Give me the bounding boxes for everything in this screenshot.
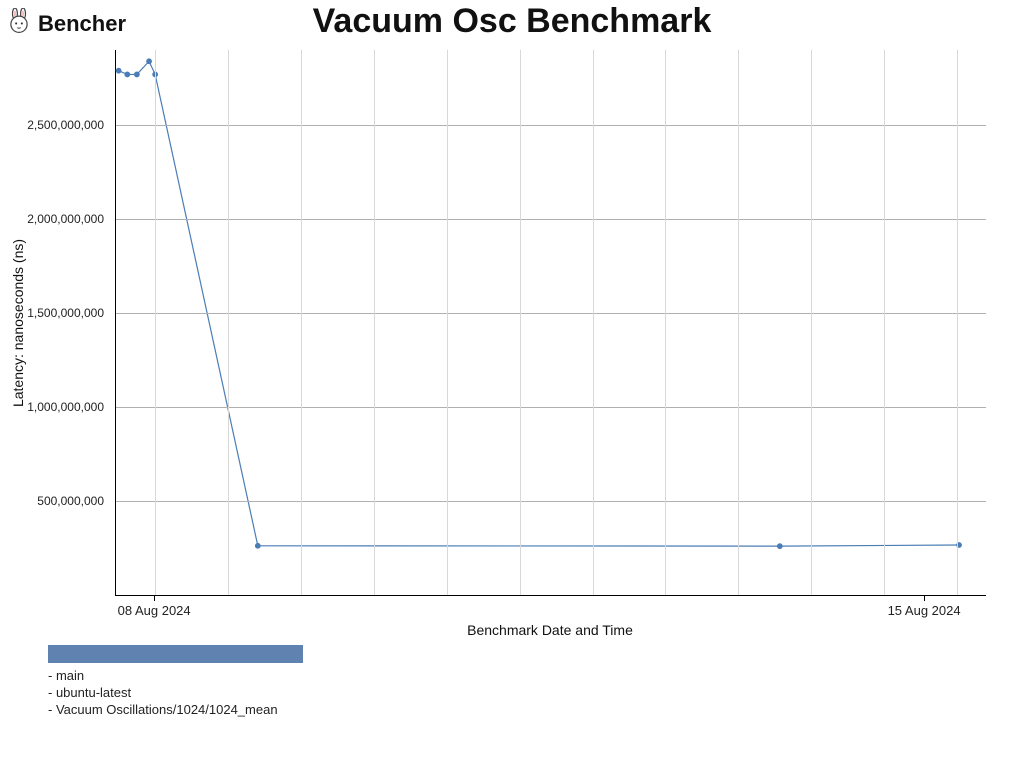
y-axis-ticks: 500,000,000 1,000,000,000 1,500,000,000 2,0…	[0, 50, 110, 595]
plot-area	[115, 50, 986, 596]
y-tick-label: 500,000,000	[37, 494, 104, 508]
y-tick-label: 1,500,000,000	[27, 306, 104, 320]
legend-swatch	[48, 645, 303, 663]
chart-title: Vacuum Osc Benchmark	[0, 2, 1024, 41]
legend-branch: - main	[48, 667, 303, 684]
y-tick-label: 2,000,000,000	[27, 212, 104, 226]
x-tick-label: 08 Aug 2024	[118, 603, 191, 618]
x-axis-label: Benchmark Date and Time	[115, 622, 985, 638]
data-series-line	[116, 50, 986, 595]
legend-bench: - Vacuum Oscillations/1024/1024_mean	[48, 701, 303, 718]
legend: - main - ubuntu-latest - Vacuum Oscillat…	[48, 645, 303, 718]
legend-runner: - ubuntu-latest	[48, 684, 303, 701]
y-tick-label: 1,000,000,000	[27, 400, 104, 414]
x-tick-label: 15 Aug 2024	[888, 603, 961, 618]
y-tick-label: 2,500,000,000	[27, 118, 104, 132]
